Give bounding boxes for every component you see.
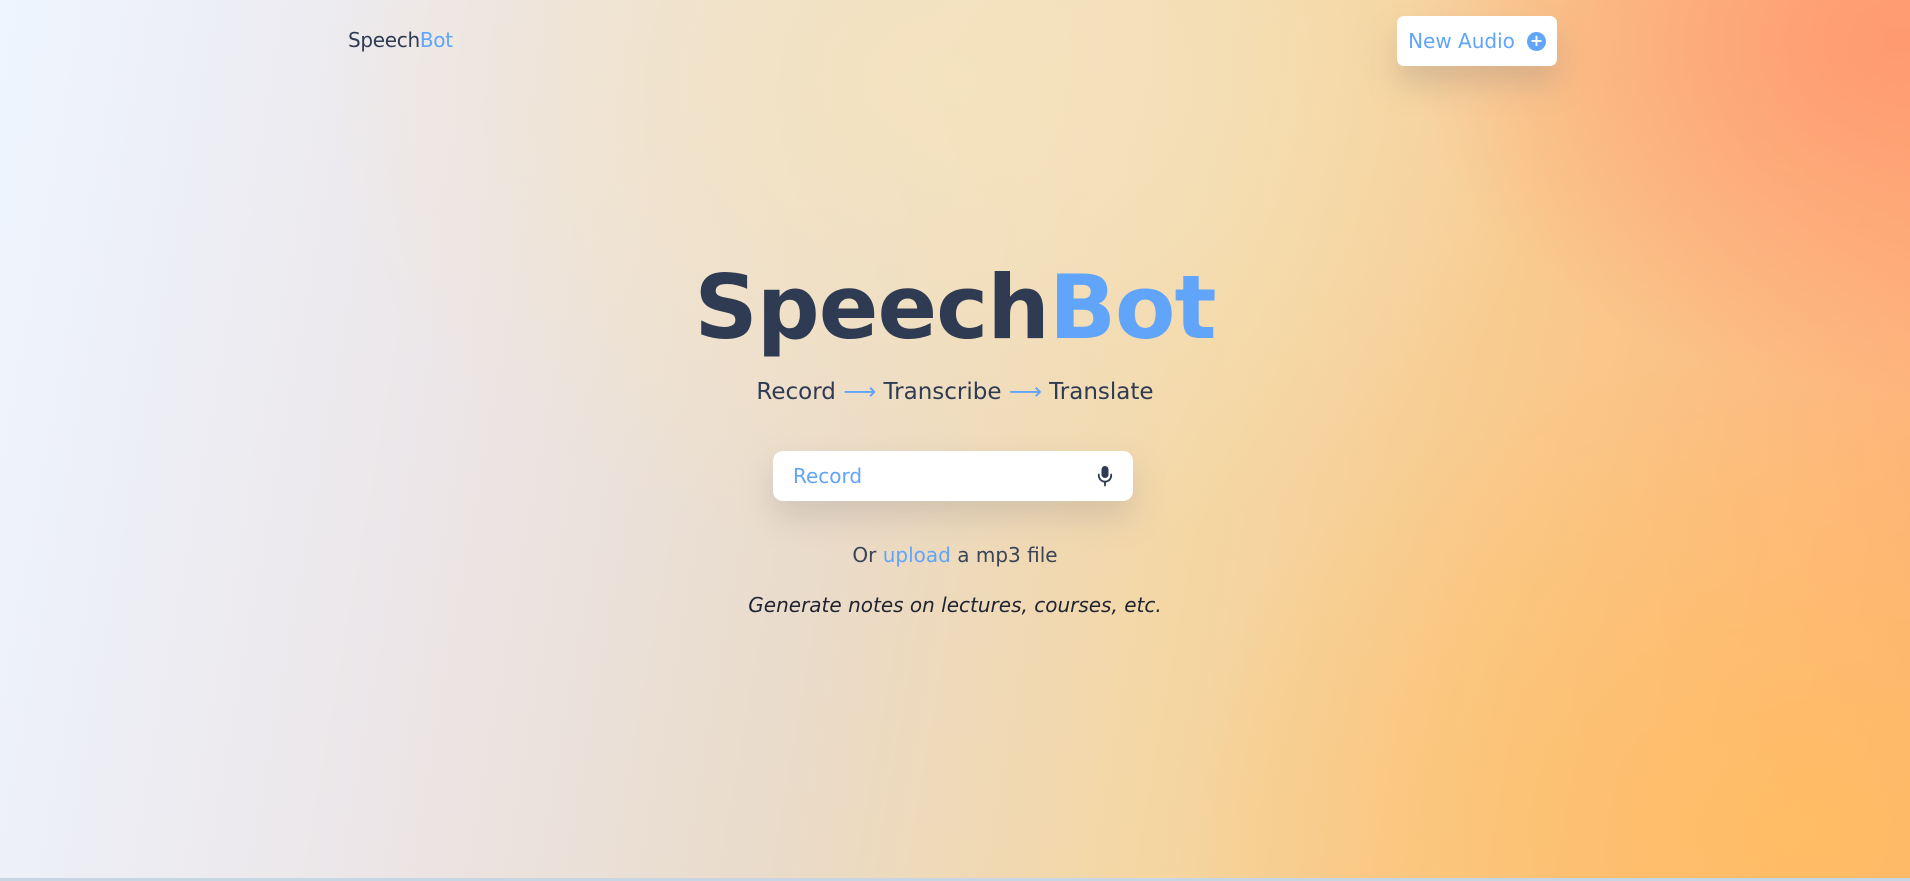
- hero-title-speech: Speech: [694, 256, 1050, 359]
- logo-text-speech: Speech: [348, 28, 420, 52]
- arrow-right-icon: ⟶: [843, 379, 877, 405]
- notes-caption: Generate notes on lectures, courses, etc…: [748, 593, 1162, 617]
- upload-link[interactable]: upload: [883, 543, 951, 567]
- record-label: Record: [793, 464, 863, 488]
- tagline: Record ⟶ Transcribe ⟶ Translate: [0, 379, 1910, 405]
- upload-suffix: a mp3 file: [957, 543, 1058, 567]
- new-audio-button[interactable]: New Audio +: [1397, 16, 1557, 66]
- logo-text-bot: Bot: [419, 28, 453, 52]
- arrow-right-icon: ⟶: [1008, 379, 1042, 405]
- hero-title: SpeechBot: [0, 253, 1910, 363]
- microphone-icon: [1097, 465, 1113, 487]
- upload-line: Or upload a mp3 file: [0, 543, 1910, 567]
- tagline-step-record: Record: [756, 379, 836, 405]
- new-audio-label: New Audio: [1408, 29, 1515, 53]
- record-button[interactable]: Record: [773, 451, 1133, 501]
- plus-circle-icon: +: [1526, 31, 1546, 51]
- upload-prefix: Or: [852, 543, 877, 567]
- tagline-step-translate: Translate: [1049, 379, 1154, 405]
- tagline-step-transcribe: Transcribe: [883, 379, 1002, 405]
- header-logo[interactable]: SpeechBot: [348, 28, 453, 52]
- hero-title-bot: Bot: [1048, 256, 1217, 359]
